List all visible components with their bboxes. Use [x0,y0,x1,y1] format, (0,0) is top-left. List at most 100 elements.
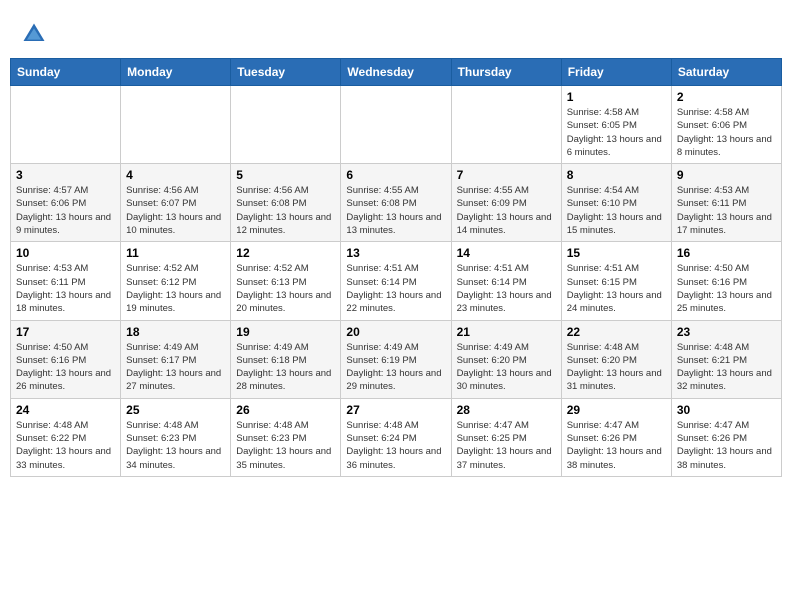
day-info: Sunrise: 4:48 AM Sunset: 6:24 PM Dayligh… [346,419,445,472]
day-number: 14 [457,246,556,260]
calendar-cell: 15 Sunrise: 4:51 AM Sunset: 6:15 PM Dayli… [561,242,671,320]
logo [20,20,52,48]
day-number: 10 [16,246,115,260]
calendar-cell [451,86,561,164]
day-number: 11 [126,246,225,260]
day-info: Sunrise: 4:51 AM Sunset: 6:15 PM Dayligh… [567,262,666,315]
calendar-header-row: SundayMondayTuesdayWednesdayThursdayFrid… [11,59,782,86]
day-number: 29 [567,403,666,417]
day-info: Sunrise: 4:56 AM Sunset: 6:08 PM Dayligh… [236,184,335,237]
day-info: Sunrise: 4:54 AM Sunset: 6:10 PM Dayligh… [567,184,666,237]
day-number: 27 [346,403,445,417]
day-info: Sunrise: 4:51 AM Sunset: 6:14 PM Dayligh… [346,262,445,315]
calendar-cell: 10 Sunrise: 4:53 AM Sunset: 6:11 PM Dayli… [11,242,121,320]
day-number: 18 [126,325,225,339]
calendar-cell: 3 Sunrise: 4:57 AM Sunset: 6:06 PM Daylig… [11,164,121,242]
day-info: Sunrise: 4:48 AM Sunset: 6:21 PM Dayligh… [677,341,776,394]
day-number: 20 [346,325,445,339]
calendar-cell: 16Sunrise: 4:50 AM Sunset: 6:16 PM Dayli… [671,242,781,320]
day-info: Sunrise: 4:52 AM Sunset: 6:13 PM Dayligh… [236,262,335,315]
calendar-cell: 2 Sunrise: 4:58 AM Sunset: 6:06 PM Daylig… [671,86,781,164]
header-friday: Friday [561,59,671,86]
page-header [10,10,782,53]
day-info: Sunrise: 4:47 AM Sunset: 6:26 PM Dayligh… [677,419,776,472]
day-info: Sunrise: 4:48 AM Sunset: 6:23 PM Dayligh… [236,419,335,472]
calendar-cell: 18Sunrise: 4:49 AM Sunset: 6:17 PM Dayli… [121,320,231,398]
day-number: 26 [236,403,335,417]
day-info: Sunrise: 4:58 AM Sunset: 6:05 PM Dayligh… [567,106,666,159]
day-number: 1 [567,90,666,104]
day-number: 13 [346,246,445,260]
day-number: 7 [457,168,556,182]
calendar-cell: 21 Sunrise: 4:49 AM Sunset: 6:20 PM Dayli… [451,320,561,398]
day-info: Sunrise: 4:49 AM Sunset: 6:20 PM Dayligh… [457,341,556,394]
day-number: 6 [346,168,445,182]
day-info: Sunrise: 4:47 AM Sunset: 6:25 PM Dayligh… [457,419,556,472]
calendar-table: SundayMondayTuesdayWednesdayThursdayFrid… [10,58,782,477]
day-number: 15 [567,246,666,260]
logo-icon [20,20,48,48]
calendar-cell: 9Sunrise: 4:53 AM Sunset: 6:11 PM Daylig… [671,164,781,242]
day-number: 4 [126,168,225,182]
calendar-cell: 27 Sunrise: 4:48 AM Sunset: 6:24 PM Dayli… [341,398,451,476]
calendar-cell: 12 Sunrise: 4:52 AM Sunset: 6:13 PM Dayli… [231,242,341,320]
day-number: 9 [677,168,776,182]
calendar-cell: 28 Sunrise: 4:47 AM Sunset: 6:25 PM Dayli… [451,398,561,476]
calendar-cell: 23 Sunrise: 4:48 AM Sunset: 6:21 PM Dayli… [671,320,781,398]
day-info: Sunrise: 4:53 AM Sunset: 6:11 PM Dayligh… [16,262,115,315]
day-number: 2 [677,90,776,104]
calendar-cell: 30 Sunrise: 4:47 AM Sunset: 6:26 PM Dayli… [671,398,781,476]
calendar-cell: 17 Sunrise: 4:50 AM Sunset: 6:16 PM Dayli… [11,320,121,398]
day-info: Sunrise: 4:50 AM Sunset: 6:16 PM Dayligh… [16,341,115,394]
calendar-cell: 26 Sunrise: 4:48 AM Sunset: 6:23 PM Dayli… [231,398,341,476]
day-number: 3 [16,168,115,182]
calendar-cell: 6Sunrise: 4:55 AM Sunset: 6:08 PM Daylig… [341,164,451,242]
calendar-cell: 24 Sunrise: 4:48 AM Sunset: 6:22 PM Dayli… [11,398,121,476]
day-info: Sunrise: 4:49 AM Sunset: 6:19 PM Dayligh… [346,341,445,394]
calendar-cell: 11 Sunrise: 4:52 AM Sunset: 6:12 PM Dayli… [121,242,231,320]
calendar-cell [341,86,451,164]
day-info: Sunrise: 4:47 AM Sunset: 6:26 PM Dayligh… [567,419,666,472]
calendar-week-3: 10 Sunrise: 4:53 AM Sunset: 6:11 PM Dayli… [11,242,782,320]
day-number: 24 [16,403,115,417]
day-info: Sunrise: 4:49 AM Sunset: 6:18 PM Dayligh… [236,341,335,394]
day-number: 19 [236,325,335,339]
header-sunday: Sunday [11,59,121,86]
header-monday: Monday [121,59,231,86]
day-number: 17 [16,325,115,339]
calendar-cell: 5Sunrise: 4:56 AM Sunset: 6:08 PM Daylig… [231,164,341,242]
day-number: 23 [677,325,776,339]
calendar-cell: 4Sunrise: 4:56 AM Sunset: 6:07 PM Daylig… [121,164,231,242]
calendar-cell: 29 Sunrise: 4:47 AM Sunset: 6:26 PM Dayli… [561,398,671,476]
calendar-cell: 7 Sunrise: 4:55 AM Sunset: 6:09 PM Daylig… [451,164,561,242]
calendar-cell: 1 Sunrise: 4:58 AM Sunset: 6:05 PM Daylig… [561,86,671,164]
day-info: Sunrise: 4:50 AM Sunset: 6:16 PM Dayligh… [677,262,776,315]
day-info: Sunrise: 4:58 AM Sunset: 6:06 PM Dayligh… [677,106,776,159]
header-saturday: Saturday [671,59,781,86]
day-info: Sunrise: 4:57 AM Sunset: 6:06 PM Dayligh… [16,184,115,237]
calendar-cell: 22 Sunrise: 4:48 AM Sunset: 6:20 PM Dayli… [561,320,671,398]
day-info: Sunrise: 4:48 AM Sunset: 6:23 PM Dayligh… [126,419,225,472]
header-tuesday: Tuesday [231,59,341,86]
calendar-cell: 13 Sunrise: 4:51 AM Sunset: 6:14 PM Dayli… [341,242,451,320]
day-info: Sunrise: 4:52 AM Sunset: 6:12 PM Dayligh… [126,262,225,315]
header-thursday: Thursday [451,59,561,86]
calendar-cell: 14 Sunrise: 4:51 AM Sunset: 6:14 PM Dayli… [451,242,561,320]
day-number: 30 [677,403,776,417]
day-number: 12 [236,246,335,260]
day-info: Sunrise: 4:55 AM Sunset: 6:09 PM Dayligh… [457,184,556,237]
calendar-cell [11,86,121,164]
day-info: Sunrise: 4:48 AM Sunset: 6:20 PM Dayligh… [567,341,666,394]
day-number: 28 [457,403,556,417]
calendar-cell: 8Sunrise: 4:54 AM Sunset: 6:10 PM Daylig… [561,164,671,242]
calendar-cell [121,86,231,164]
calendar-cell: 19 Sunrise: 4:49 AM Sunset: 6:18 PM Dayli… [231,320,341,398]
day-info: Sunrise: 4:51 AM Sunset: 6:14 PM Dayligh… [457,262,556,315]
calendar-cell [231,86,341,164]
calendar-cell: 25 Sunrise: 4:48 AM Sunset: 6:23 PM Dayli… [121,398,231,476]
day-number: 22 [567,325,666,339]
header-wednesday: Wednesday [341,59,451,86]
day-number: 21 [457,325,556,339]
day-number: 25 [126,403,225,417]
day-info: Sunrise: 4:48 AM Sunset: 6:22 PM Dayligh… [16,419,115,472]
